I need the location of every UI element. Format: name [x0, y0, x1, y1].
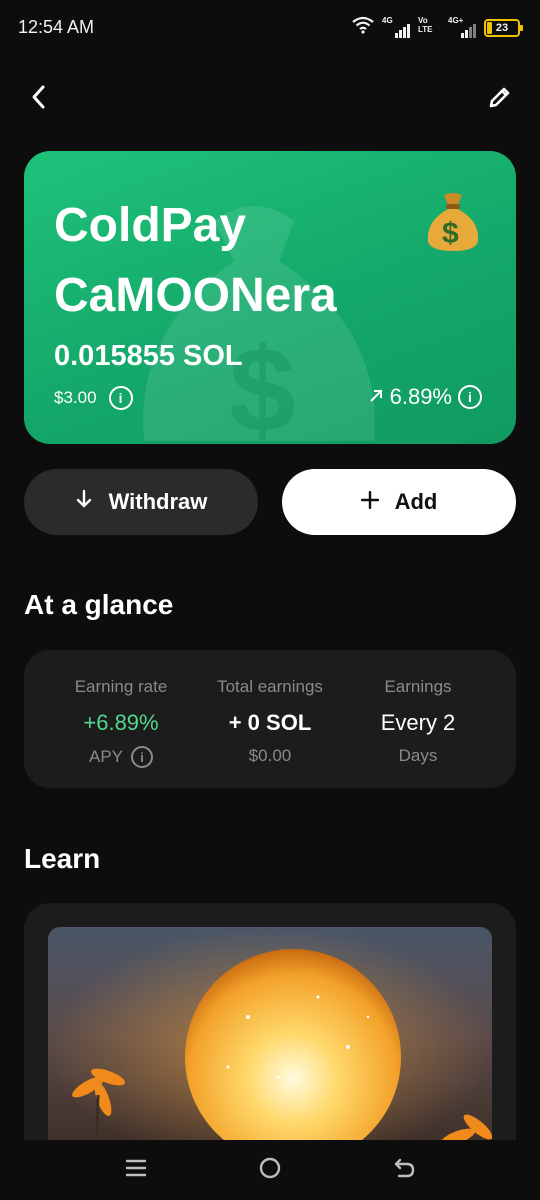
- home-button[interactable]: [248, 1152, 292, 1188]
- percent-change: 6.89% i: [368, 384, 482, 410]
- signal-sim1-icon: 4G: [382, 16, 410, 39]
- volte-icon: Vo LTE: [418, 15, 433, 34]
- learn-heading: Learn: [24, 843, 101, 874]
- glowing-moon-image: [48, 927, 492, 1163]
- chevron-left-icon: [29, 84, 49, 115]
- money-bag-icon: $: [424, 191, 482, 253]
- system-nav-bar: [0, 1140, 540, 1200]
- signal-sim2-icon: 4G+: [448, 16, 476, 39]
- earnings-frequency-stat: Earnings Every 2 Days: [380, 677, 456, 765]
- earning-rate-stat: Earning rate +6.89% APY i: [74, 677, 168, 768]
- edit-button[interactable]: [478, 77, 522, 121]
- learn-card[interactable]: [24, 903, 516, 1163]
- screen: 12:54 AM 4G Vo LTE 4G+ 23 $ ColdPay CaMO…: [0, 0, 540, 1200]
- svg-text:$: $: [442, 217, 459, 250]
- battery-icon: 23: [484, 18, 523, 37]
- total-earnings-stat: Total earnings + 0 SOL $0.00: [217, 677, 323, 765]
- at-a-glance-card: Earning rate +6.89% APY i Total earnings…: [24, 650, 516, 788]
- menu-icon: [125, 1158, 147, 1183]
- account-title: ColdPay CaMOONera: [54, 199, 337, 322]
- balance-card[interactable]: $ ColdPay CaMOONera $ 0.015855 SOL $3.00…: [24, 151, 516, 444]
- back-button[interactable]: [17, 77, 61, 121]
- system-back-button[interactable]: [383, 1152, 427, 1188]
- home-circle-icon: [258, 1156, 282, 1185]
- arrow-down-icon: [75, 489, 93, 515]
- info-icon[interactable]: i: [458, 385, 482, 409]
- at-a-glance-heading: At a glance: [24, 589, 174, 620]
- status-icons: 4G Vo LTE 4G+ 23: [352, 15, 523, 39]
- plus-icon: [360, 489, 379, 515]
- status-time: 12:54 AM: [18, 17, 95, 37]
- usd-balance: $3.00 i: [54, 386, 133, 410]
- arrow-up-right-icon: [368, 384, 384, 410]
- wifi-icon: [352, 16, 374, 39]
- pencil-icon: [488, 85, 512, 114]
- info-icon[interactable]: i: [131, 746, 154, 768]
- sol-balance: 0.015855 SOL: [54, 340, 243, 372]
- recent-apps-button[interactable]: [114, 1152, 158, 1188]
- add-button[interactable]: Add: [282, 469, 516, 535]
- status-bar: 12:54 AM 4G Vo LTE 4G+ 23: [0, 0, 540, 56]
- info-icon[interactable]: i: [108, 386, 133, 410]
- back-arrow-icon: [393, 1156, 417, 1185]
- withdraw-button[interactable]: Withdraw: [24, 469, 258, 535]
